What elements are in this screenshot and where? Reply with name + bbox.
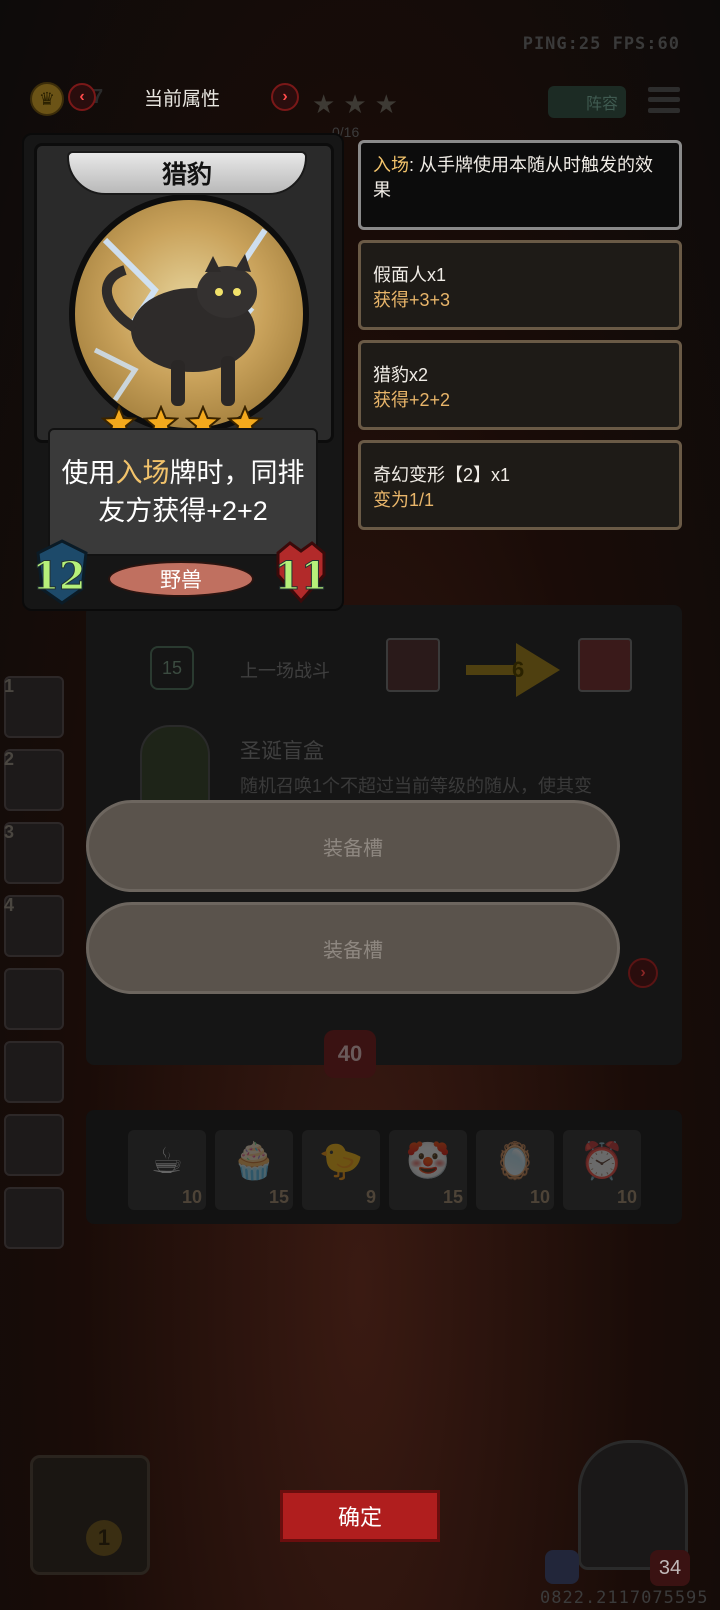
level-shield-icon: 15 (150, 646, 194, 690)
item-slot[interactable]: ⏰ 10 (563, 1130, 641, 1210)
tooltip-buff-2: 猎豹x2 获得+2+2 (358, 340, 682, 430)
lineup-minion-slot[interactable] (4, 1114, 64, 1176)
minion-card: 猎豹 使用入场牌时，同排 友方获得+2+2 12 11 野兽 (22, 133, 344, 611)
boss-health-badge: 40 (324, 1030, 376, 1078)
lineup-minion-slot[interactable]: 4 (4, 895, 64, 957)
panther-art (69, 194, 309, 434)
top-hud: PING:25 FPS:60 ♛ 7 ‹ 当前属性 › ★ ★ ★ 阵容 0/1… (0, 0, 720, 140)
opponent-portrait[interactable] (386, 638, 440, 692)
page-title: 当前属性 (143, 89, 220, 110)
tooltip-buff-1: 假面人x1 获得+3+3 (358, 240, 682, 330)
lineup-minion-slot[interactable] (4, 1187, 64, 1249)
star-icon: ★ (343, 89, 367, 119)
item-slot[interactable]: ☕ 10 (128, 1130, 206, 1210)
health-value: 11 (274, 552, 328, 598)
item-count: 10 (181, 1187, 202, 1207)
player-health: 34 (650, 1550, 690, 1586)
cupcake-icon: 🧁 (231, 1140, 277, 1181)
prev-arrow-button[interactable]: ‹ (68, 83, 96, 111)
card-art-frame: 猎豹 (34, 143, 334, 443)
equipment-slot-1[interactable]: 装备槽 (86, 800, 620, 892)
card-name: 猎豹 (67, 151, 307, 195)
card-desc-line1: 使用入场牌时，同排 (62, 454, 305, 492)
slot-number: 4 (4, 895, 15, 915)
crown-icon: ♛ (30, 82, 64, 116)
tooltip-buff-3: 奇幻变形【2】x1 变为1/1 (358, 440, 682, 530)
gift-icon (140, 725, 210, 805)
tooltip-separator: : (409, 155, 420, 175)
lineup-minion-slot[interactable]: 3 (4, 822, 64, 884)
hero-power-cost: 1 (86, 1520, 122, 1556)
tribe-label: 野兽 (108, 561, 254, 597)
equipment-slot-2[interactable]: 装备槽 (86, 902, 620, 994)
session-id: 0822.2117075595 (540, 1588, 709, 1608)
buff-effect: 获得+3+3 (373, 290, 451, 310)
item-count: 10 (616, 1187, 637, 1207)
clown-icon: 🤡 (405, 1140, 451, 1181)
player-portrait[interactable] (578, 638, 632, 692)
buff-source: 假面人x1 (373, 265, 447, 285)
last-battle-label: 上一场战斗 (240, 661, 330, 681)
card-description: 使用入场牌时，同排 友方获得+2+2 (48, 428, 318, 556)
slot-number: 2 (4, 749, 15, 769)
item-count: 9 (365, 1187, 376, 1207)
item-count: 10 (529, 1187, 550, 1207)
item-slot[interactable]: 🤡 15 (389, 1130, 467, 1210)
event-description: 随机召唤1个不超过当前等级的随从，使其变 (240, 776, 593, 796)
panther-illustration-icon (93, 228, 268, 406)
item-slot[interactable]: 🧁 15 (215, 1130, 293, 1210)
item-count: 15 (442, 1187, 463, 1207)
star-icon: ★ (374, 89, 398, 119)
armor-shield-icon (545, 1550, 579, 1584)
alarm-clock-icon: ⏰ (579, 1140, 625, 1181)
slot-number: 1 (4, 676, 15, 696)
attack-value: 12 (32, 552, 86, 598)
lineup-minion-slot[interactable]: 2 (4, 749, 64, 811)
star-icon: ★ (312, 89, 336, 119)
buff-source: 猎豹x2 (373, 365, 429, 385)
tooltip-keyword-term: 入场 (373, 155, 409, 175)
next-arrow-button[interactable]: › (271, 83, 299, 111)
lineup-minion-slot[interactable]: 1 (4, 676, 64, 738)
buff-effect: 获得+2+2 (373, 390, 451, 410)
desc-rest: 牌时，同排 (169, 458, 305, 488)
tooltip-keyword: 入场: 从手牌使用本随从时触发的效果 (358, 140, 682, 230)
lineup-minion-slot[interactable] (4, 1041, 64, 1103)
card-desc-line2: 友方获得+2+2 (98, 496, 268, 526)
lineup-minion-slot[interactable] (4, 968, 64, 1030)
event-title: 圣诞盲盒 (240, 740, 324, 763)
buff-source: 奇幻变形【2】x1 (373, 465, 511, 485)
rubber-chicken-icon: 🐤 (318, 1140, 364, 1181)
menu-icon[interactable] (648, 84, 680, 116)
battle-damage: 6 (512, 657, 525, 682)
desc-keyword: 入场 (115, 458, 170, 488)
item-slot[interactable]: 🪞 10 (476, 1130, 554, 1210)
hero-power-portrait[interactable] (30, 1455, 150, 1575)
buff-effect: 变为1/1 (373, 490, 435, 510)
desc-prefix: 使用 (61, 458, 116, 488)
next-page-arrow-icon[interactable]: › (628, 958, 658, 988)
mirror-icon: 🪞 (492, 1140, 538, 1181)
slot-number: 3 (4, 822, 15, 842)
lineup-button[interactable]: 阵容 (548, 86, 626, 118)
item-count: 15 (268, 1187, 289, 1207)
teacup-icon: ☕ (150, 1140, 184, 1181)
confirm-button[interactable]: 确定 (280, 1490, 440, 1542)
ping-fps-readout: PING:25 FPS:60 (522, 34, 680, 54)
tavern-stars: ★ ★ ★ (312, 89, 398, 120)
item-slot[interactable]: 🐤 9 (302, 1130, 380, 1210)
